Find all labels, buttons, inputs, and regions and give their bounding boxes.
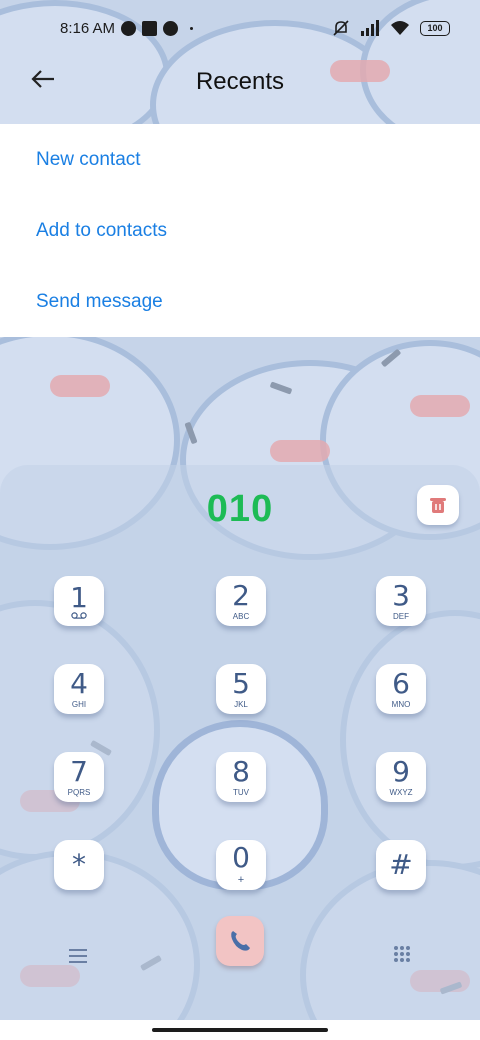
key-1[interactable]: 1 <box>54 576 104 626</box>
key-hash[interactable]: # <box>376 840 426 890</box>
key-letters: + <box>237 874 245 886</box>
status-left: 8:16 AM <box>60 19 194 37</box>
more-notifications-dot <box>190 26 194 30</box>
status-time: 8:16 AM <box>60 19 116 37</box>
send-message-option[interactable]: Send message <box>0 266 480 337</box>
key-7[interactable]: 7 PQRS <box>54 752 104 802</box>
phone-icon <box>231 931 250 951</box>
key-letters: MNO <box>391 699 411 709</box>
key-digit: * <box>72 848 86 881</box>
key-letters: WXYZ <box>389 787 413 797</box>
key-letters: PQRS <box>67 787 91 797</box>
key-letters: ABC <box>232 611 250 621</box>
call-button[interactable] <box>216 916 264 966</box>
key-6[interactable]: 6 MNO <box>376 664 426 714</box>
key-0[interactable]: 0 + <box>216 840 266 890</box>
hamburger-menu-icon[interactable] <box>68 948 88 969</box>
key-digit: 0 <box>232 841 250 874</box>
key-digit: 5 <box>232 666 250 700</box>
system-nav-bar <box>0 1020 480 1040</box>
app-bar: Recents <box>0 56 480 124</box>
dialed-number: 010 <box>206 488 274 530</box>
delete-icon <box>430 498 446 513</box>
key-letters: GHI <box>71 699 87 709</box>
key-letters: TUV <box>233 787 249 797</box>
key-letters: JKL <box>234 699 248 709</box>
battery-level: 100 <box>427 23 443 33</box>
battery-icon: 100 <box>420 20 450 36</box>
key-digit: 4 <box>70 666 88 700</box>
keypad-grid-icon[interactable] <box>393 945 411 970</box>
key-digit: 6 <box>392 666 410 700</box>
app-notification-icon <box>163 20 179 36</box>
options-menu: New contact Add to contacts Send message <box>0 124 480 337</box>
key-digit: 8 <box>232 754 250 788</box>
key-5[interactable]: 5 JKL <box>216 664 266 714</box>
add-to-contacts-option[interactable]: Add to contacts <box>0 195 480 266</box>
key-3[interactable]: 3 DEF <box>376 576 426 626</box>
square-notification-icon <box>142 20 158 36</box>
key-9[interactable]: 9 WXYZ <box>376 752 426 802</box>
key-digit: 2 <box>232 578 250 612</box>
signal-icon <box>361 20 379 36</box>
voicemail-icon <box>71 611 87 619</box>
new-contact-option[interactable]: New contact <box>0 124 480 195</box>
key-digit: 3 <box>392 578 410 612</box>
key-4[interactable]: 4 GHI <box>54 664 104 714</box>
key-letters: DEF <box>393 611 409 621</box>
key-star[interactable]: * <box>54 840 104 890</box>
delete-button[interactable] <box>417 485 459 525</box>
status-bar: 8:16 AM 100 <box>0 0 480 56</box>
key-digit: # <box>389 848 413 881</box>
mute-icon <box>333 20 349 36</box>
page-title: Recents <box>195 68 285 95</box>
key-digit: 9 <box>392 754 410 788</box>
status-right: 100 <box>332 19 450 37</box>
key-2[interactable]: 2 ABC <box>216 576 266 626</box>
wifi-icon <box>391 21 409 35</box>
key-digit: 7 <box>70 754 88 788</box>
key-digit: 1 <box>70 580 88 614</box>
key-8[interactable]: 8 TUV <box>216 752 266 802</box>
app-notification-icon <box>121 20 137 36</box>
home-gesture-handle[interactable] <box>152 1028 328 1032</box>
